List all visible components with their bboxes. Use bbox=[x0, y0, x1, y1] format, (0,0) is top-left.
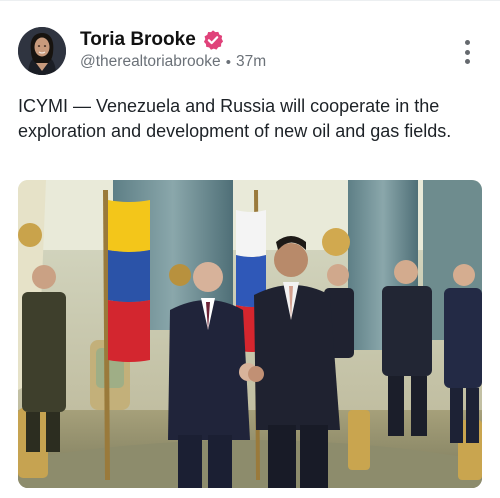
author-row: Toria Brooke bbox=[80, 29, 224, 51]
post-timestamp[interactable]: 37m bbox=[236, 53, 266, 71]
photo-illustration bbox=[18, 180, 482, 488]
more-options-button[interactable] bbox=[456, 38, 478, 66]
more-options-icon-dot bbox=[464, 49, 470, 55]
avatar[interactable] bbox=[18, 27, 66, 75]
author-name[interactable]: Toria Brooke bbox=[80, 29, 196, 51]
top-divider bbox=[0, 0, 500, 1]
avatar-image bbox=[18, 27, 66, 75]
author-handle[interactable]: @therealtoriabrooke bbox=[80, 53, 221, 71]
meta-separator: • bbox=[225, 53, 231, 71]
verified-badge-icon bbox=[202, 29, 224, 51]
post-text: ICYMI — Venezuela and Russia will cooper… bbox=[18, 96, 452, 141]
meta-row: @therealtoriabrooke • 37m bbox=[80, 53, 266, 71]
more-options-icon bbox=[464, 40, 470, 45]
more-options-icon-dot bbox=[464, 59, 470, 64]
post-image[interactable] bbox=[18, 180, 482, 488]
